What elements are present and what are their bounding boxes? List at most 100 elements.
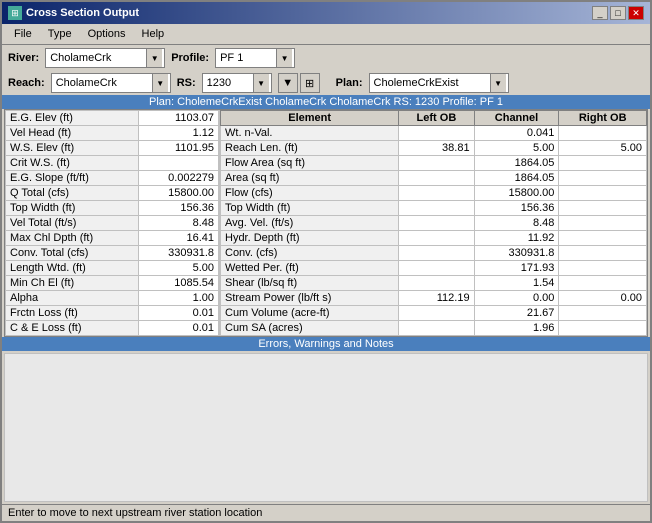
right-element-2: Flow Area (sq ft)	[221, 156, 399, 171]
main-window: ⊞ Cross Section Output _ □ ✕ File Type O…	[0, 0, 652, 523]
left-label-4: E.G. Slope (ft/ft)	[6, 171, 139, 186]
right-rightob-13	[559, 321, 647, 336]
river-combo[interactable]: CholameCrk ▼	[45, 48, 165, 68]
right-channel-7: 11.92	[474, 231, 559, 246]
right-element-13: Cum SA (acres)	[221, 321, 399, 336]
plan-combo-arrow[interactable]: ▼	[490, 74, 506, 92]
left-value-14: 0.01	[139, 321, 219, 336]
menu-bar: File Type Options Help	[2, 24, 650, 45]
right-rightob-1: 5.00	[559, 141, 647, 156]
right-channel-3: 1864.05	[474, 171, 559, 186]
right-channel-8: 330931.8	[474, 246, 559, 261]
minimize-button[interactable]: _	[592, 6, 608, 20]
nav-grid-button[interactable]: ⊞	[300, 73, 320, 93]
right-element-12: Cum Volume (acre-ft)	[221, 306, 399, 321]
right-element-5: Top Width (ft)	[221, 201, 399, 216]
left-label-12: Alpha	[6, 291, 139, 306]
right-leftob-5	[399, 201, 474, 216]
right-rightob-12	[559, 306, 647, 321]
left-table: E.G. Elev (ft)1103.07Vel Head (ft)1.12W.…	[5, 110, 219, 336]
right-element-0: Wt. n-Val.	[221, 126, 399, 141]
right-channel-1: 5.00	[474, 141, 559, 156]
left-label-6: Top Width (ft)	[6, 201, 139, 216]
profile-combo-arrow[interactable]: ▼	[276, 49, 292, 67]
title-controls: _ □ ✕	[592, 6, 644, 20]
right-rightob-3	[559, 171, 647, 186]
right-channel-2: 1864.05	[474, 156, 559, 171]
left-value-9: 330931.8	[139, 246, 219, 261]
right-leftob-9	[399, 261, 474, 276]
reach-combo[interactable]: CholameCrk ▼	[51, 73, 171, 93]
menu-help[interactable]: Help	[134, 26, 173, 42]
left-label-1: Vel Head (ft)	[6, 126, 139, 141]
right-element-8: Conv. (cfs)	[221, 246, 399, 261]
tables-section: E.G. Elev (ft)1103.07Vel Head (ft)1.12W.…	[4, 109, 648, 337]
left-value-5: 15800.00	[139, 186, 219, 201]
left-label-5: Q Total (cfs)	[6, 186, 139, 201]
right-rightob-9	[559, 261, 647, 276]
toolbar-row2: Reach: CholameCrk ▼ RS: 1230 ▼ ▼ ⊞ Plan:…	[2, 71, 650, 95]
right-leftob-0	[399, 126, 474, 141]
right-leftob-13	[399, 321, 474, 336]
rs-label: RS:	[177, 77, 196, 89]
right-leftob-6	[399, 216, 474, 231]
right-leftob-7	[399, 231, 474, 246]
right-element-7: Hydr. Depth (ft)	[221, 231, 399, 246]
right-element-3: Area (sq ft)	[221, 171, 399, 186]
river-combo-arrow[interactable]: ▼	[146, 49, 162, 67]
right-leftob-3	[399, 171, 474, 186]
left-value-0: 1103.07	[139, 111, 219, 126]
right-element-11: Stream Power (lb/ft s)	[221, 291, 399, 306]
right-leftob-10	[399, 276, 474, 291]
left-value-3	[139, 156, 219, 171]
plan-combo[interactable]: CholemeCrkExist ▼	[369, 73, 509, 93]
right-element-10: Shear (lb/sq ft)	[221, 276, 399, 291]
profile-label: Profile:	[171, 52, 209, 64]
title-bar-left: ⊞ Cross Section Output	[8, 6, 139, 20]
left-label-2: W.S. Elev (ft)	[6, 141, 139, 156]
river-label: River:	[8, 52, 39, 64]
menu-type[interactable]: Type	[40, 26, 80, 42]
rs-combo-arrow[interactable]: ▼	[253, 74, 269, 92]
left-value-7: 8.48	[139, 216, 219, 231]
nav-buttons: ▼ ⊞	[278, 73, 320, 93]
col-rightob: Right OB	[559, 111, 647, 126]
menu-options[interactable]: Options	[80, 26, 134, 42]
reach-label: Reach:	[8, 77, 45, 89]
window-title: Cross Section Output	[26, 7, 139, 19]
maximize-button[interactable]: □	[610, 6, 626, 20]
menu-file[interactable]: File	[6, 26, 40, 42]
right-leftob-1: 38.81	[399, 141, 474, 156]
profile-combo[interactable]: PF 1 ▼	[215, 48, 295, 68]
nav-down-button[interactable]: ▼	[278, 73, 298, 93]
right-rightob-6	[559, 216, 647, 231]
left-label-8: Max Chl Dpth (ft)	[6, 231, 139, 246]
col-leftob: Left OB	[399, 111, 474, 126]
left-label-0: E.G. Elev (ft)	[6, 111, 139, 126]
right-channel-5: 156.36	[474, 201, 559, 216]
title-bar: ⊞ Cross Section Output _ □ ✕	[2, 2, 650, 24]
reach-combo-arrow[interactable]: ▼	[152, 74, 168, 92]
rs-combo[interactable]: 1230 ▼	[202, 73, 272, 93]
right-channel-12: 21.67	[474, 306, 559, 321]
right-rightob-0	[559, 126, 647, 141]
right-channel-0: 0.041	[474, 126, 559, 141]
left-value-10: 5.00	[139, 261, 219, 276]
app-icon: ⊞	[8, 6, 22, 20]
left-value-2: 1101.95	[139, 141, 219, 156]
right-channel-11: 0.00	[474, 291, 559, 306]
left-table-section: E.G. Elev (ft)1103.07Vel Head (ft)1.12W.…	[5, 110, 220, 336]
right-leftob-4	[399, 186, 474, 201]
col-element: Element	[221, 111, 399, 126]
col-channel: Channel	[474, 111, 559, 126]
right-channel-9: 171.93	[474, 261, 559, 276]
right-rightob-4	[559, 186, 647, 201]
right-rightob-5	[559, 201, 647, 216]
right-channel-4: 15800.00	[474, 186, 559, 201]
right-table-section: Element Left OB Channel Right OB Wt. n-V…	[220, 110, 647, 336]
right-rightob-7	[559, 231, 647, 246]
left-label-11: Min Ch El (ft)	[6, 276, 139, 291]
left-value-13: 0.01	[139, 306, 219, 321]
info-bar: Plan: CholemeCrkExist CholameCrk Cholame…	[2, 95, 650, 109]
close-button[interactable]: ✕	[628, 6, 644, 20]
